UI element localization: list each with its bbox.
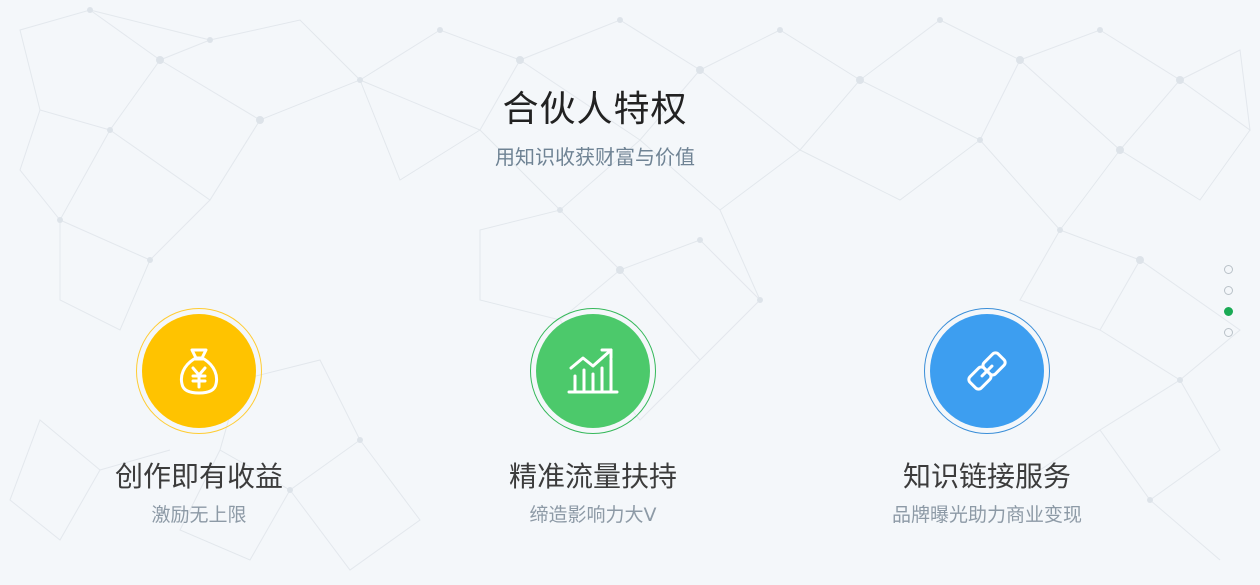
feature-link-service: 知识链接服务 品牌曝光助力商业变现 xyxy=(837,308,1137,527)
feature-icon-ring xyxy=(924,308,1050,434)
feature-title: 知识链接服务 xyxy=(902,460,1071,493)
feature-traffic: 精准流量扶持 缔造影响力大V xyxy=(443,308,743,527)
feature-title: 创作即有收益 xyxy=(114,460,283,493)
pagination-dot-4[interactable] xyxy=(1224,328,1233,337)
feature-description: 激励无上限 xyxy=(151,504,247,526)
link-chain-icon xyxy=(930,314,1044,428)
pagination-dot-3-active[interactable] xyxy=(1224,307,1233,316)
feature-description: 缔造影响力大V xyxy=(529,504,657,526)
section-header: 合伙人特权 用知识收获财富与价值 xyxy=(0,88,1190,170)
section-subtitle: 用知识收获财富与价值 xyxy=(495,145,695,169)
pagination-dot-2[interactable] xyxy=(1224,286,1233,295)
feature-icon-ring xyxy=(136,308,262,434)
feature-icon-ring xyxy=(530,308,656,434)
money-bag-icon xyxy=(142,314,256,428)
section-title: 合伙人特权 xyxy=(502,89,688,130)
feature-income: 创作即有收益 激励无上限 xyxy=(49,308,349,527)
feature-description: 品牌曝光助力商业变现 xyxy=(891,504,1082,526)
section-pagination xyxy=(1224,265,1236,349)
feature-title: 精准流量扶持 xyxy=(508,460,677,493)
trend-chart-icon xyxy=(536,314,650,428)
pagination-dot-1[interactable] xyxy=(1224,265,1233,274)
